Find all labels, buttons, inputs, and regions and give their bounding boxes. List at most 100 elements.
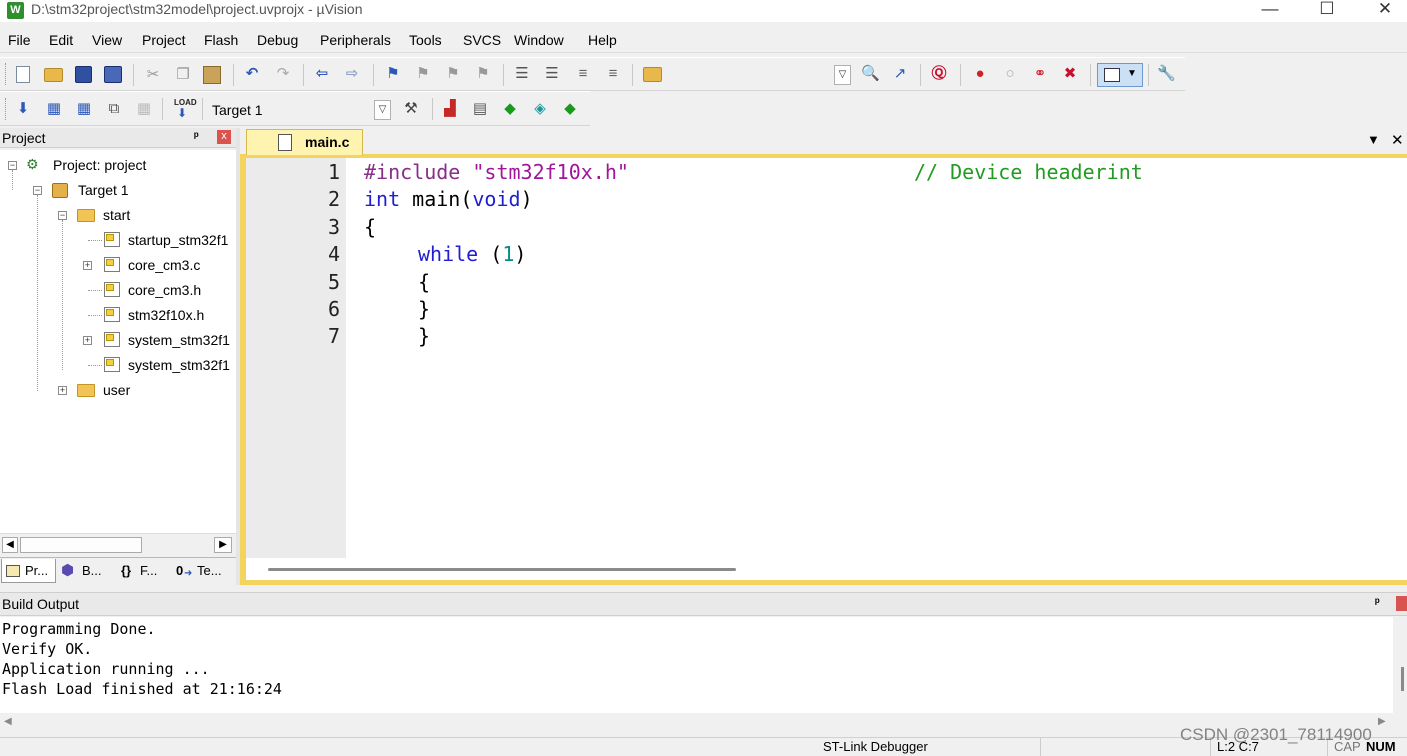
toolbar-separator: [202, 98, 203, 120]
folder-icon: [77, 209, 95, 222]
maximize-button[interactable]: ☐: [1304, 0, 1350, 22]
manage-project-items-icon[interactable]: ▟: [441, 100, 459, 118]
menu-svcs[interactable]: SVCS: [463, 32, 501, 48]
download-load-icon[interactable]: LOAD ⬇: [172, 98, 197, 120]
toolbar-grip[interactable]: [5, 63, 8, 85]
project-horizontal-scrollbar[interactable]: ◀ ▶: [0, 533, 236, 555]
pin-icon[interactable]: ᵖ: [194, 129, 199, 143]
pack-installer-icon[interactable]: ◆: [561, 100, 579, 118]
find-icon[interactable]: 🔍: [861, 65, 880, 83]
target-select[interactable]: Target 1: [212, 102, 263, 118]
insert-bookmark-icon[interactable]: ⚑: [384, 65, 402, 83]
menu-tools[interactable]: Tools: [409, 32, 442, 48]
open-file-icon[interactable]: [44, 68, 63, 82]
pin-icon[interactable]: ᵖ: [1375, 595, 1380, 609]
save-all-icon[interactable]: [104, 66, 122, 83]
menu-view[interactable]: View: [92, 32, 122, 48]
menu-project[interactable]: Project: [142, 32, 186, 48]
debug-session-icon[interactable]: Ⓠ: [930, 65, 948, 83]
tab-templates[interactable]: 0 ➜ Te...: [172, 559, 230, 583]
find-in-files-icon[interactable]: [643, 67, 662, 82]
line-number: 1: [327, 160, 340, 184]
menu-edit[interactable]: Edit: [49, 32, 73, 48]
scroll-right-icon[interactable]: ▶: [1378, 716, 1386, 727]
uncomment-icon[interactable]: ≡: [604, 65, 622, 83]
collapse-toggle[interactable]: −: [58, 211, 67, 220]
undo-icon[interactable]: ↶: [243, 65, 261, 83]
toolbar-grip[interactable]: [5, 98, 8, 120]
scroll-thumb[interactable]: [268, 568, 736, 571]
manage-multi-project-icon[interactable]: ▤: [471, 100, 489, 118]
collapse-toggle[interactable]: −: [33, 186, 42, 195]
build-output-text[interactable]: Programming Done. Verify OK. Application…: [0, 617, 1393, 713]
editor-tab-main-c[interactable]: main.c: [246, 129, 363, 155]
menu-window[interactable]: Window: [514, 32, 564, 48]
scroll-left-icon[interactable]: ◀: [4, 716, 12, 727]
close-editor-icon[interactable]: ✕: [1391, 131, 1404, 149]
paste-icon[interactable]: [203, 66, 221, 84]
tab-functions[interactable]: {} F...: [117, 559, 169, 583]
tab-list-dropdown-icon[interactable]: ▼: [1367, 132, 1380, 147]
close-panel-icon[interactable]: x: [217, 130, 231, 144]
build-output-vertical-scrollbar[interactable]: [1393, 617, 1407, 713]
menu-file[interactable]: File: [8, 32, 31, 48]
cut-icon[interactable]: ✂: [144, 66, 162, 84]
expand-toggle[interactable]: +: [83, 336, 92, 345]
navigate-forward-icon[interactable]: ⇨: [343, 65, 361, 83]
clear-bookmarks-icon[interactable]: ⚑: [474, 65, 492, 83]
navigate-back-icon[interactable]: ⇦: [313, 65, 331, 83]
project-icon: ⚙: [26, 156, 39, 172]
scroll-left-icon[interactable]: ◀: [2, 537, 18, 553]
copy-icon[interactable]: ❐: [174, 66, 192, 84]
build-icon[interactable]: ▦: [45, 100, 63, 118]
tree-label: stm32f10x.h: [128, 307, 205, 323]
save-icon[interactable]: [75, 66, 92, 83]
scroll-right-icon[interactable]: ▶: [214, 537, 232, 553]
code-editor[interactable]: #include "stm32f10x.h" // Device headeri…: [346, 158, 1407, 558]
redo-icon[interactable]: ↷: [274, 65, 292, 83]
unindent-icon[interactable]: ☰: [543, 65, 561, 83]
target-options-icon[interactable]: ⚒: [402, 100, 420, 118]
configure-wrench-icon[interactable]: 🔧: [1157, 65, 1176, 83]
select-software-packs-icon[interactable]: ◈: [531, 100, 549, 118]
tab-project[interactable]: Pr...: [1, 559, 56, 583]
scroll-thumb[interactable]: [1401, 667, 1404, 691]
tab-books[interactable]: ⬢ B...: [59, 559, 111, 583]
target-dropdown-arrow[interactable]: ▽: [374, 100, 391, 120]
batch-build-icon[interactable]: ⧉: [105, 100, 123, 118]
rebuild-icon[interactable]: ▦: [75, 100, 93, 118]
menu-flash[interactable]: Flash: [204, 32, 238, 48]
minimize-button[interactable]: —: [1247, 0, 1293, 22]
tree-connector: [62, 220, 63, 370]
file-icon: [104, 332, 120, 347]
disable-all-breakpoints-icon[interactable]: ⚭: [1031, 65, 1049, 83]
menu-debug[interactable]: Debug: [257, 32, 298, 48]
menu-help[interactable]: Help: [588, 32, 617, 48]
tree-connector: [88, 315, 102, 316]
indent-icon[interactable]: ☰: [513, 65, 531, 83]
stop-build-icon[interactable]: ▦: [135, 100, 153, 118]
scroll-thumb[interactable]: [20, 537, 142, 553]
window-layout-button[interactable]: ▼: [1097, 63, 1143, 87]
disable-breakpoint-icon[interactable]: ○: [1001, 65, 1019, 83]
previous-bookmark-icon[interactable]: ⚑: [414, 65, 432, 83]
find-dropdown-arrow[interactable]: ▽: [834, 65, 851, 85]
insert-breakpoint-icon[interactable]: ●: [971, 65, 989, 83]
project-tree: − ⚙ Project: project − Target 1 − start …: [0, 150, 236, 533]
close-window-button[interactable]: ✕: [1362, 0, 1407, 22]
close-panel-icon[interactable]: [1396, 596, 1407, 611]
expand-toggle[interactable]: +: [58, 386, 67, 395]
menu-peripherals[interactable]: Peripherals: [320, 32, 391, 48]
translate-icon[interactable]: ⬇: [14, 100, 32, 118]
manage-run-time-env-icon[interactable]: ◆: [501, 100, 519, 118]
editor-horizontal-scrollbar[interactable]: [246, 558, 1407, 580]
tree-label: system_stm32f1: [128, 332, 230, 348]
new-file-icon[interactable]: [16, 66, 30, 83]
kill-all-breakpoints-icon[interactable]: ✖: [1061, 65, 1079, 83]
incremental-find-icon[interactable]: ↗: [891, 65, 909, 83]
string-token: "stm32f10x.h": [472, 160, 629, 184]
next-bookmark-icon[interactable]: ⚑: [444, 65, 462, 83]
expand-toggle[interactable]: +: [83, 261, 92, 270]
comment-icon[interactable]: ≡: [574, 65, 592, 83]
collapse-toggle[interactable]: −: [8, 161, 17, 170]
